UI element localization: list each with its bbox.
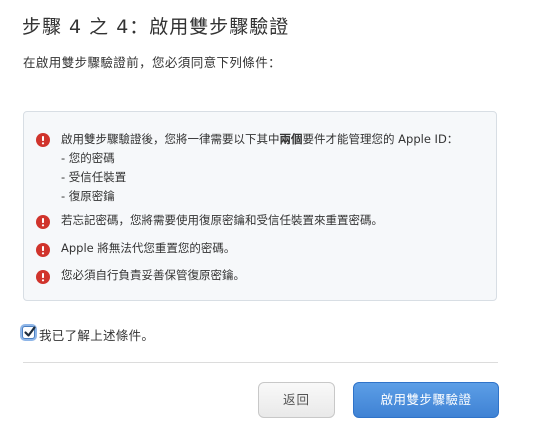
- enable-two-step-button[interactable]: 啟用雙步驟驗證: [353, 382, 499, 418]
- back-button[interactable]: 返回: [258, 382, 335, 418]
- agreement-checkbox[interactable]: [22, 326, 36, 339]
- term-item-1-text: 啟用雙步驟驗證後，您將一律需要以下其中兩個要件才能管理您的 Apple ID：: [61, 132, 459, 146]
- exclamation-circle-icon: [36, 133, 50, 147]
- requirement-recovery-key: - 復原密鑰: [61, 189, 115, 203]
- exclamation-circle-icon: [36, 243, 50, 257]
- divider: [23, 362, 498, 363]
- exclamation-circle-icon: [36, 270, 50, 284]
- terms-box: 啟用雙步驟驗證後，您將一律需要以下其中兩個要件才能管理您的 Apple ID： …: [23, 111, 497, 301]
- requirement-password: - 您的密碼: [61, 151, 115, 165]
- page-title: 步驟 4 之 4：啟用雙步驟驗證: [22, 16, 290, 38]
- page-subtitle: 在啟用雙步驟驗證前，您必須同意下列條件：: [23, 55, 282, 70]
- exclamation-circle-icon: [36, 215, 50, 229]
- term-item-3-text: Apple 將無法代您重置您的密碼。: [61, 241, 236, 255]
- term-item-2-text: 若忘記密碼，您將需要使用復原密鑰和受信任裝置來重置密碼。: [61, 213, 383, 227]
- agreement-label[interactable]: 我已了解上述條件。: [39, 325, 154, 344]
- checkmark-icon: [24, 326, 36, 337]
- term-item-4-text: 您必須自行負責妥善保管復原密鑰。: [61, 268, 245, 282]
- requirement-trusted-device: - 受信任裝置: [61, 170, 127, 184]
